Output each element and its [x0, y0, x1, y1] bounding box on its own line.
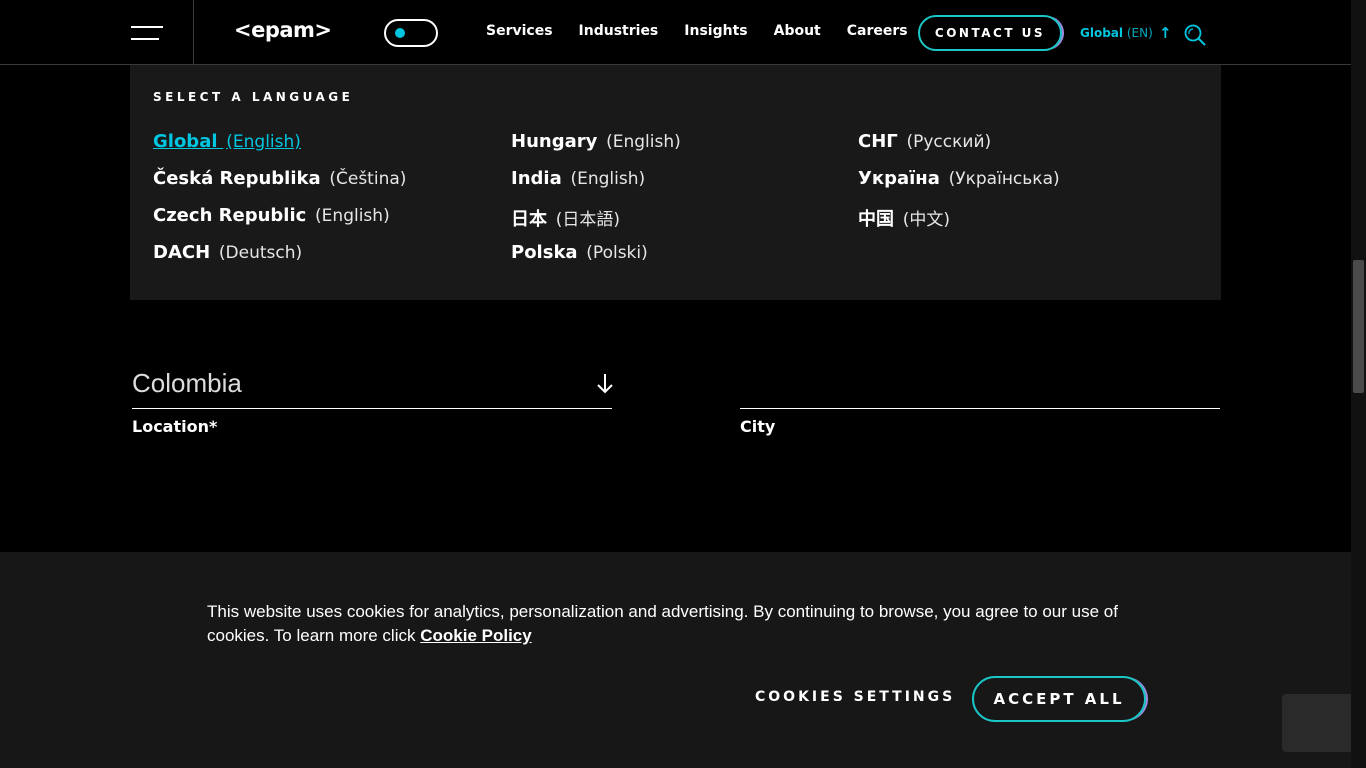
city-input[interactable] — [740, 360, 1220, 406]
language-option-dach[interactable]: DACH (Deutsch) — [153, 242, 406, 279]
location-underline — [132, 408, 612, 409]
language-option-hungary[interactable]: Hungary (English) — [511, 131, 681, 168]
location-select-value[interactable]: Colombia — [132, 368, 242, 399]
language-option-cis[interactable]: СНГ (Русский) — [858, 131, 1060, 168]
language-code: (EN) — [1126, 26, 1153, 40]
city-underline — [740, 408, 1220, 409]
search-icon[interactable] — [1183, 23, 1207, 47]
nav-insights[interactable]: Insights — [684, 23, 747, 39]
epam-logo[interactable]: <epam> — [234, 18, 332, 42]
language-column-3: СНГ (Русский) Україна (Українська) 中国 (中… — [858, 131, 1060, 242]
language-switcher[interactable]: Global (EN) — [1080, 26, 1153, 40]
arrow-up-icon[interactable]: ↑ — [1159, 24, 1172, 42]
scrollbar-thumb[interactable] — [1353, 260, 1364, 393]
language-option-ceska-republika[interactable]: Česká Republika (Čeština) — [153, 168, 406, 205]
accept-all-button[interactable]: ACCEPT ALL — [972, 676, 1146, 722]
location-label: Location* — [132, 417, 218, 436]
nav-careers[interactable]: Careers — [847, 23, 908, 39]
language-column-1: Global (English) Česká Republika (Češtin… — [153, 131, 406, 279]
cookie-message: This website uses cookies for analytics,… — [207, 600, 1167, 648]
language-column-2: Hungary (English) India (English) 日本 (日本… — [511, 131, 681, 279]
theme-toggle[interactable] — [384, 19, 438, 47]
arrow-down-icon[interactable] — [596, 371, 614, 395]
language-option-ukraine[interactable]: Україна (Українська) — [858, 168, 1060, 205]
cookie-banner: This website uses cookies for analytics,… — [0, 552, 1351, 768]
theme-toggle-knob — [395, 28, 405, 38]
language-option-global[interactable]: Global (English) — [153, 131, 406, 168]
language-panel-heading: SELECT A LANGUAGE — [153, 90, 354, 104]
site-header: <epam> Services Industries Insights Abou… — [0, 0, 1351, 65]
cookies-settings-button[interactable]: COOKIES SETTINGS — [755, 689, 955, 705]
language-option-india[interactable]: India (English) — [511, 168, 681, 205]
language-region: Global — [1080, 26, 1124, 40]
header-divider — [193, 0, 194, 64]
language-option-polska[interactable]: Polska (Polski) — [511, 242, 681, 279]
language-option-japan[interactable]: 日本 (日本語) — [511, 205, 681, 242]
recaptcha-badge[interactable] — [1282, 694, 1351, 752]
hamburger-menu-icon[interactable] — [131, 24, 163, 42]
cookie-policy-link[interactable]: Cookie Policy — [420, 626, 531, 645]
contact-us-button[interactable]: CONTACT US — [918, 15, 1062, 51]
main-nav: Services Industries Insights About Caree… — [486, 23, 934, 39]
nav-industries[interactable]: Industries — [579, 23, 659, 39]
language-option-czech-republic[interactable]: Czech Republic (English) — [153, 205, 406, 242]
nav-services[interactable]: Services — [486, 23, 553, 39]
cookie-message-text: This website uses cookies for analytics,… — [207, 602, 1118, 645]
nav-about[interactable]: About — [774, 23, 821, 39]
language-panel: SELECT A LANGUAGE Global (English) Česká… — [130, 65, 1221, 300]
language-option-china[interactable]: 中国 (中文) — [858, 205, 1060, 242]
page-scrollbar[interactable] — [1351, 0, 1366, 768]
city-label: City — [740, 417, 776, 436]
